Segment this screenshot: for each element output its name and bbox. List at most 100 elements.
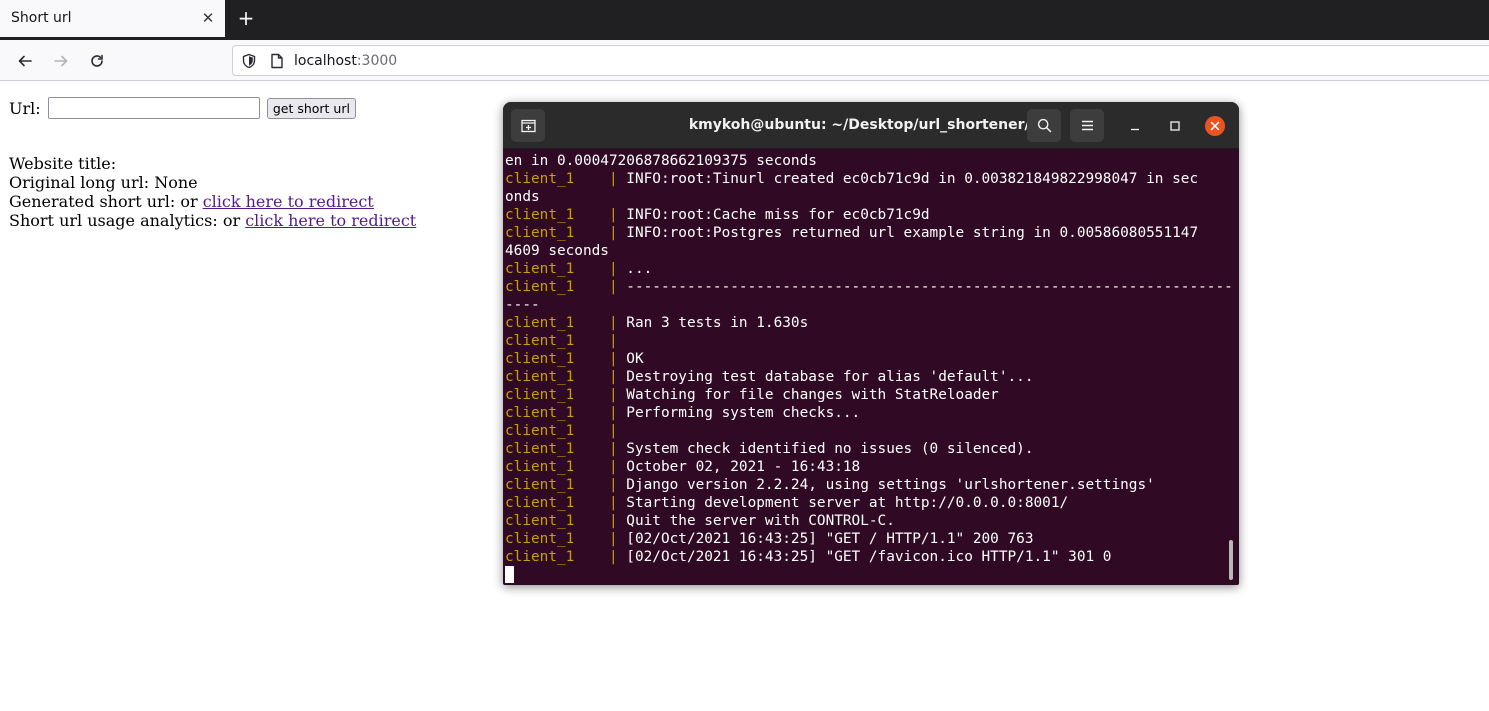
maximize-button[interactable] (1165, 116, 1185, 136)
terminal-line-text: OK (626, 351, 644, 367)
terminal-line-text: Performing system checks... (626, 405, 861, 421)
terminal-line-text: Watching for file changes with StatReloa… (626, 387, 999, 403)
analytics-row: Short url usage analytics: or click here… (9, 211, 416, 230)
new-tab-button[interactable]: + (233, 6, 259, 32)
terminal-line-text: Django version 2.2.24, using settings 'u… (626, 477, 1155, 493)
analytics-label: Short url usage analytics: (9, 211, 218, 230)
address-bar[interactable]: localhost:3000 (232, 45, 1489, 76)
generated-short-url-label: Generated short url: (9, 192, 176, 211)
terminal-title: kmykoh@ubuntu: ~/Desktop/url_shortener/s… (688, 117, 1054, 133)
reload-button[interactable] (83, 47, 111, 75)
url-text[interactable]: localhost:3000 (294, 53, 397, 69)
terminal-line: client_1 | System check identified no is… (505, 440, 1227, 458)
terminal-line-text: Destroying test database for alias 'defa… (626, 369, 1034, 385)
terminal-line-text: en in 0.00047206878662109375 seconds (505, 153, 817, 169)
minimize-button[interactable] (1125, 116, 1145, 136)
terminal-line: client_1 | Django version 2.2.24, using … (505, 476, 1227, 494)
terminal-line-text: Starting development server at http://0.… (626, 495, 1069, 511)
container-prefix: client_1 | (505, 477, 627, 493)
terminal-line-text: onds (505, 189, 540, 205)
container-prefix: client_1 | (505, 369, 627, 385)
get-short-url-button[interactable]: get short url (266, 97, 356, 119)
terminal-header[interactable]: kmykoh@ubuntu: ~/Desktop/url_shortener/s… (503, 102, 1239, 149)
terminal-line: client_1 | [02/Oct/2021 16:43:25] "GET /… (505, 530, 1227, 548)
url-input[interactable] (47, 97, 260, 119)
terminal-line-text: ... (626, 261, 653, 277)
tab-close-icon[interactable]: ✕ (200, 7, 216, 29)
menu-button[interactable] (1070, 109, 1104, 142)
forward-button[interactable] (47, 47, 75, 75)
container-prefix: client_1 | (505, 279, 627, 295)
new-tab-terminal-button[interactable] (511, 109, 545, 142)
terminal-line: client_1 | INFO:root:Cache miss for ec0c… (505, 206, 1227, 224)
terminal-line: client_1 | -----------------------------… (505, 278, 1233, 296)
hamburger-menu-icon (1082, 120, 1093, 131)
container-prefix: client_1 | (505, 531, 627, 547)
terminal-line: client_1 | (505, 332, 1227, 350)
url-label: Url: (9, 98, 41, 118)
close-window-button[interactable] (1205, 116, 1225, 136)
terminal-output[interactable]: en in 0.00047206878662109375 seconds clie… (505, 152, 1233, 583)
terminal-line-text: 4609 seconds (505, 243, 609, 259)
close-icon (1210, 121, 1220, 131)
terminal-line: client_1 | October 02, 2021 - 16:43:18 (505, 458, 1227, 476)
minimize-icon (1131, 128, 1139, 131)
terminal-line: ---- (505, 296, 1227, 314)
search-icon (1037, 118, 1052, 133)
tab-short-url[interactable]: Short url ✕ (0, 0, 225, 37)
arrow-left-icon (18, 55, 32, 67)
container-prefix: client_1 | (505, 495, 627, 511)
terminal-line: 4609 seconds (505, 242, 1227, 260)
terminal-line: client_1 | Performing system checks... (505, 404, 1227, 422)
analytics-or: or (222, 211, 241, 230)
terminal-line-text: [02/Oct/2021 16:43:25] "GET / HTTP/1.1" … (626, 531, 1034, 547)
terminal-window[interactable]: kmykoh@ubuntu: ~/Desktop/url_shortener/s… (503, 102, 1239, 585)
terminal-line-text: INFO:root:Cache miss for ec0cb71c9d (626, 207, 930, 223)
analytics-redirect-link[interactable]: click here to redirect (245, 211, 416, 230)
terminal-line: en in 0.00047206878662109375 seconds (505, 152, 1227, 170)
terminal-line-text: INFO:root:Postgres returned url example … (626, 225, 1199, 241)
search-button[interactable] (1027, 109, 1061, 142)
container-prefix: client_1 | (505, 315, 627, 331)
tab-title: Short url (11, 10, 72, 26)
page-icon[interactable] (270, 53, 284, 69)
new-tab-icon (521, 119, 536, 133)
tab-strip: Short url ✕ + (0, 0, 1489, 40)
original-long-url-label: Original long url: (9, 173, 150, 192)
terminal-line: client_1 | INFO:root:Tinurl created ec0c… (505, 170, 1227, 188)
container-prefix: client_1 | (505, 333, 627, 349)
website-title-label: Website title: (9, 154, 117, 173)
url-host: localhost (294, 53, 357, 69)
navigation-bar: localhost:3000 (0, 40, 1489, 81)
terminal-line-text: October 02, 2021 - 16:43:18 (626, 459, 861, 475)
terminal-line-text: Quit the server with CONTROL-C. (626, 513, 895, 529)
terminal-line-text: ----------------------------------------… (626, 279, 1233, 295)
container-prefix: client_1 | (505, 387, 627, 403)
container-prefix: client_1 | (505, 423, 627, 439)
terminal-line-text: [02/Oct/2021 16:43:25] "GET /favicon.ico… (626, 549, 1112, 565)
terminal-line: client_1 | Watching for file changes wit… (505, 386, 1227, 404)
container-prefix: client_1 | (505, 441, 627, 457)
generated-short-url-or: or (180, 192, 198, 211)
url-form: Url: get short url (9, 97, 356, 121)
terminal-line-text: Ran 3 tests in 1.630s (626, 315, 809, 331)
shield-icon[interactable] (241, 53, 257, 69)
original-long-url-value: None (154, 173, 198, 192)
terminal-scrollbar[interactable] (1229, 540, 1233, 580)
terminal-line: client_1 | Ran 3 tests in 1.630s (505, 314, 1227, 332)
container-prefix: client_1 | (505, 351, 627, 367)
terminal-line: client_1 | INFO:root:Postgres returned u… (505, 224, 1227, 242)
container-prefix: client_1 | (505, 225, 627, 241)
back-button[interactable] (11, 47, 39, 75)
arrow-right-icon (54, 55, 68, 67)
url-port: :3000 (356, 53, 398, 69)
terminal-line: client_1 | (505, 422, 1227, 440)
generated-short-url-row: Generated short url: or click here to re… (9, 192, 416, 211)
terminal-line-text: ---- (505, 297, 540, 313)
container-prefix: client_1 | (505, 207, 627, 223)
terminal-line: client_1 | Destroying test database for … (505, 368, 1227, 386)
container-prefix: client_1 | (505, 549, 627, 565)
short-url-redirect-link[interactable]: click here to redirect (203, 192, 374, 211)
terminal-cursor (505, 566, 514, 583)
container-prefix: client_1 | (505, 405, 627, 421)
